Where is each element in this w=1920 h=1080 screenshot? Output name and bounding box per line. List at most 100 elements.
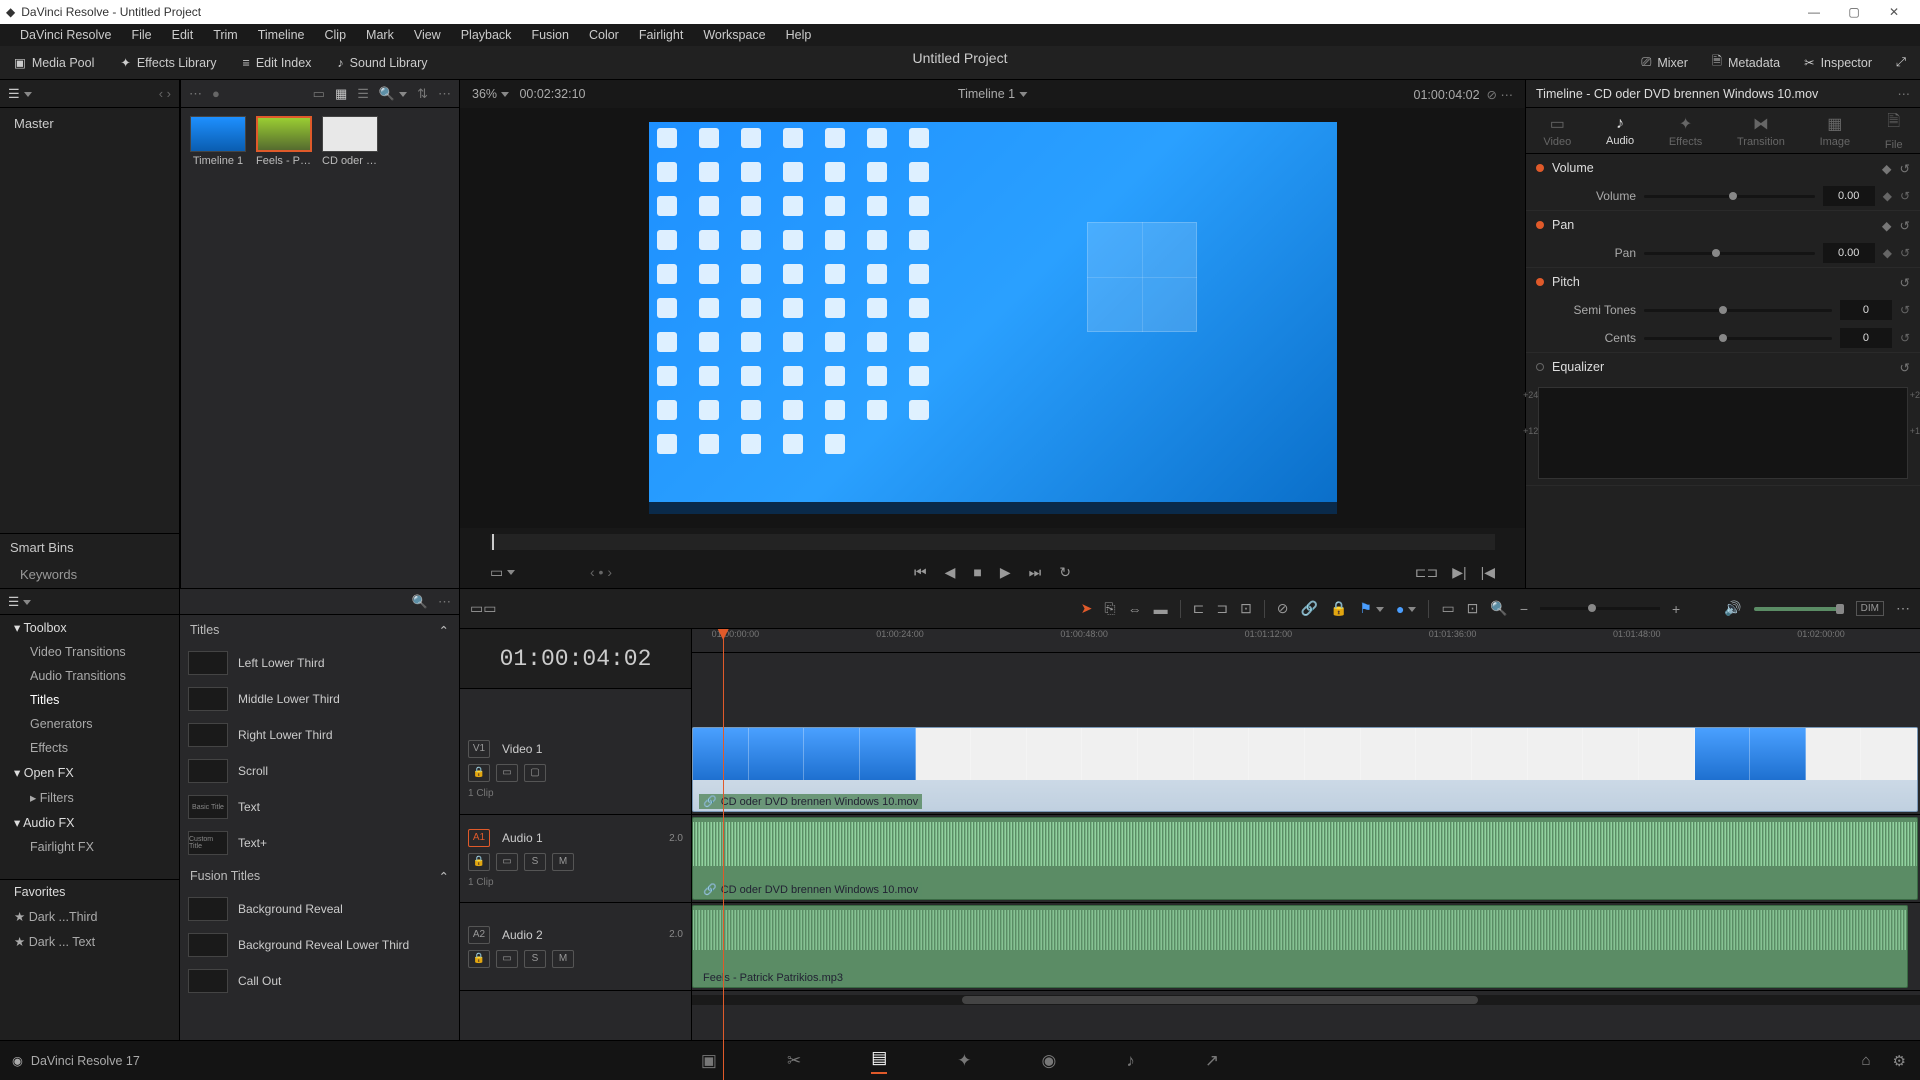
fx-item[interactable]: Effects [0,736,179,760]
effects-library-toggle[interactable]: ✦Effects Library [114,51,222,74]
lock-track-icon[interactable]: 🔒 [468,853,490,871]
cents-slider[interactable] [1644,337,1832,340]
reset-icon[interactable]: ↺ [1900,246,1910,260]
zoom-to-fit-icon[interactable]: ⊡ [1467,600,1479,617]
match-frame-icon[interactable]: ▭ [490,564,515,581]
fx-item[interactable]: Audio Transitions [0,664,179,688]
video-track-header[interactable]: V1Video 1 🔒▭▢ 1 Clip [460,725,691,815]
menu-item[interactable]: Edit [162,25,204,45]
timeline-ruler[interactable]: 01:00:00:00 01:00:24:00 01:00:48:00 01:0… [692,629,1920,653]
viewer-timecode[interactable]: 01:00:04:02 [1414,88,1480,102]
mute-button[interactable]: M [552,950,574,968]
reset-icon[interactable]: ↺ [1900,360,1910,375]
menu-item[interactable]: File [121,25,161,45]
timeline-view-icon[interactable]: ▭▭ [470,600,496,617]
semitones-slider[interactable] [1644,309,1832,312]
playhead[interactable] [723,629,724,1080]
keyframe-icon[interactable]: ◆ [1882,218,1892,233]
inspector-tab-video[interactable]: ▭Video [1543,114,1571,148]
viewer-menu-icon[interactable]: ⋯ [1501,88,1514,102]
equalizer-section[interactable]: Equalizer [1552,360,1604,374]
fusion-titles-group[interactable]: Fusion Titles [190,869,260,883]
prev-frame-button[interactable]: ◀ [945,564,956,581]
snap-icon[interactable]: ⊘ [1277,600,1289,617]
timeline-menu-icon[interactable]: ⋯ [1896,600,1910,617]
volume-value[interactable]: 0.00 [1823,186,1875,206]
disable-track-icon[interactable]: ▢ [524,764,546,782]
bypass-icon[interactable]: ⊘ [1487,88,1497,102]
lock-icon[interactable]: 🔒 [1330,600,1347,617]
menu-item[interactable]: Workspace [693,25,775,45]
volume-slider[interactable] [1644,195,1815,198]
minimize-button[interactable]: — [1794,0,1834,24]
reset-icon[interactable]: ↺ [1900,331,1910,345]
menu-icon[interactable]: ⋯ [438,594,451,610]
titles-group[interactable]: Titles [190,623,219,637]
reset-icon[interactable]: ↺ [1900,218,1910,233]
viewer-timeline-name[interactable]: Timeline 1 [958,87,1015,101]
fx-item[interactable]: ▸ Filters [0,785,179,810]
metadata-toggle[interactable]: 🗎Metadata [1706,48,1786,77]
first-frame-button[interactable]: ⏮ [914,564,927,581]
menu-item[interactable]: Trim [203,25,248,45]
favorites-header[interactable]: Favorites [0,880,179,904]
menu-icon[interactable]: ⋯ [438,86,451,102]
media-clip[interactable]: Timeline 1 [189,116,247,182]
equalizer-graph[interactable]: +24 +12 +24 +12 [1538,387,1908,479]
enable-dot-icon[interactable] [1536,221,1544,229]
page-edit[interactable]: ▤ [871,1048,887,1074]
detail-zoom-icon[interactable]: 🔍 [1490,600,1507,617]
strip-view-icon[interactable]: ▭ [313,86,325,102]
menu-item[interactable]: Mark [356,25,404,45]
reset-icon[interactable]: ↺ [1900,275,1910,290]
replace-clip-icon[interactable]: ⊡ [1240,600,1252,617]
menu-item[interactable]: Clip [315,25,357,45]
fx-panel-icon[interactable]: ☰ [8,594,31,609]
page-deliver[interactable]: ↗ [1205,1051,1219,1071]
collapse-icon[interactable]: ⌃ [439,623,449,638]
menu-item[interactable]: DaVinci Resolve [10,25,121,45]
menu-item[interactable]: Help [776,25,822,45]
loop-button[interactable]: ↻ [1059,564,1071,581]
title-preset[interactable]: Basic TitleText [180,789,459,825]
reset-icon[interactable]: ↺ [1900,189,1910,203]
mute-button[interactable]: M [552,853,574,871]
inspector-menu-icon[interactable]: ⋯ [1898,86,1911,101]
fx-item[interactable]: Video Transitions [0,640,179,664]
page-fairlight[interactable]: ♪ [1126,1051,1135,1071]
cents-value[interactable]: 0 [1840,328,1892,348]
close-button[interactable]: ✕ [1874,0,1914,24]
title-preset[interactable]: Custom TitleText+ [180,825,459,861]
pitch-section[interactable]: Pitch [1552,275,1580,289]
edit-index-toggle[interactable]: ≡Edit Index [237,52,318,74]
sync-bin-icon[interactable]: ▭ [1441,600,1454,617]
fx-group-toolbox[interactable]: ▾ Toolbox [0,615,179,640]
monitor-volume[interactable] [1754,607,1844,611]
go-end-icon[interactable]: ▶| [1452,564,1466,581]
auto-select-icon[interactable]: ▭ [496,950,518,968]
dynamic-trim-tool[interactable]: ⇔ [1128,601,1142,617]
sort-icon[interactable]: ⇅ [417,86,428,102]
maximize-button[interactable]: ▢ [1834,0,1874,24]
fx-item[interactable]: Titles [0,688,179,712]
marker-nav[interactable]: ‹ • › [590,564,612,580]
bin-list-icon[interactable]: ☰ [8,86,32,102]
enable-dot-icon[interactable] [1536,363,1544,371]
smart-bins-header[interactable]: Smart Bins [0,533,179,561]
sound-library-toggle[interactable]: ♪Sound Library [331,52,433,74]
enable-dot-icon[interactable] [1536,164,1544,172]
play-button[interactable]: ▶ [1000,564,1011,581]
fx-group-audiofx[interactable]: ▾ Audio FX [0,810,179,835]
inspector-tab-effects[interactable]: ✦Effects [1669,114,1702,148]
last-frame-button[interactable]: ⏭ [1029,564,1042,581]
mute-icon[interactable]: 🔊 [1724,600,1741,617]
blade-tool[interactable]: ▬ [1154,601,1168,617]
nav-arrows[interactable]: ‹ › [159,86,171,101]
inspector-tab-file[interactable]: 🗎File [1885,110,1903,151]
menu-item[interactable]: Fusion [521,25,579,45]
title-preset[interactable]: Middle Lower Third [180,681,459,717]
stop-button[interactable]: ■ [973,564,981,580]
keyframe-icon[interactable]: ◆ [1883,189,1892,203]
fx-group-openfx[interactable]: ▾ Open FX [0,760,179,785]
flag-icon[interactable]: ⚑ [1359,600,1384,617]
